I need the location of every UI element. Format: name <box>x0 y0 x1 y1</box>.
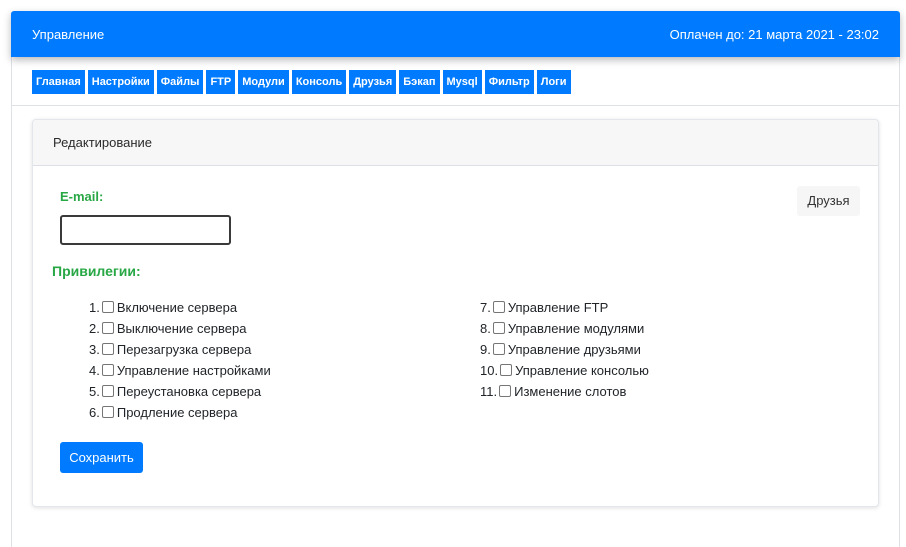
privilege-checkbox[interactable] <box>101 342 114 355</box>
nav-bar: Главная Настройки Файлы FTP Модули Консо… <box>32 70 571 94</box>
privilege-number: 8. <box>480 321 491 336</box>
privilege-label: Управление консолью <box>515 363 649 378</box>
save-button[interactable]: Сохранить <box>60 442 143 473</box>
nav-item-main[interactable]: Главная <box>32 70 85 94</box>
privileges-list-left: 1. Включение сервера 2. Выключение серве… <box>89 297 271 423</box>
privileges-list-right: 7. Управление FTP 8. Управление модулями… <box>480 297 649 402</box>
privilege-label: Продление сервера <box>116 405 238 420</box>
nav-item-friends[interactable]: Друзья <box>349 70 397 94</box>
privilege-item: 7. Управление FTP <box>480 297 649 318</box>
privilege-item: 10. Управление консолью <box>480 360 649 381</box>
privilege-checkbox[interactable] <box>500 363 513 376</box>
privilege-checkbox[interactable] <box>101 405 114 418</box>
privilege-number: 3. <box>89 342 100 357</box>
card-header: Редактирование <box>33 120 878 166</box>
privilege-checkbox[interactable] <box>101 321 114 334</box>
privilege-item: 9. Управление друзьями <box>480 339 649 360</box>
privilege-number: 7. <box>480 300 491 315</box>
nav-item-settings[interactable]: Настройки <box>87 70 154 94</box>
privilege-checkbox[interactable] <box>101 384 114 397</box>
privilege-label: Переустановка сервера <box>116 384 262 399</box>
privilege-checkbox[interactable] <box>492 300 505 313</box>
privilege-number: 9. <box>480 342 491 357</box>
privilege-checkbox[interactable] <box>101 300 114 313</box>
nav-item-logs[interactable]: Логи <box>536 70 571 94</box>
page-title: Управление <box>32 27 105 42</box>
privilege-label: Управление модулями <box>507 321 645 336</box>
privilege-item: 3. Перезагрузка сервера <box>89 339 271 360</box>
privilege-label: Управление друзьями <box>507 342 641 357</box>
privilege-label: Выключение сервера <box>116 321 247 336</box>
privilege-checkbox[interactable] <box>492 321 505 334</box>
nav-divider <box>12 105 899 106</box>
privilege-label: Включение сервера <box>116 300 238 315</box>
privilege-item: 2. Выключение сервера <box>89 318 271 339</box>
top-bar: Управление Оплачен до: 21 марта 2021 - 2… <box>11 11 900 57</box>
privilege-number: 4. <box>89 363 100 378</box>
nav-item-mysql[interactable]: Mysql <box>442 70 482 94</box>
privilege-label: Изменение слотов <box>514 384 627 399</box>
email-label: E-mail: <box>60 189 104 204</box>
privilege-checkbox[interactable] <box>499 384 512 397</box>
privilege-label: Перезагрузка сервера <box>116 342 252 357</box>
privilege-item: 4. Управление настройками <box>89 360 271 381</box>
privilege-number: 6. <box>89 405 100 420</box>
email-input[interactable] <box>60 215 231 245</box>
privilege-number: 10. <box>480 363 499 378</box>
privilege-item: 6. Продление сервера <box>89 402 271 423</box>
nav-item-modules[interactable]: Модули <box>238 70 289 94</box>
paid-until-status: Оплачен до: 21 марта 2021 - 23:02 <box>669 27 879 42</box>
friends-button[interactable]: Друзья <box>797 186 860 216</box>
nav-item-ftp[interactable]: FTP <box>206 70 236 94</box>
nav-item-filter[interactable]: Фильтр <box>484 70 534 94</box>
privilege-number: 1. <box>89 300 100 315</box>
privilege-number: 2. <box>89 321 100 336</box>
privilege-number: 11. <box>480 384 498 399</box>
privilege-item: 11. Изменение слотов <box>480 381 649 402</box>
nav-item-files[interactable]: Файлы <box>156 70 204 94</box>
privileges-title: Привилегии: <box>52 263 141 279</box>
nav-item-backup[interactable]: Бэкап <box>399 70 440 94</box>
privilege-checkbox[interactable] <box>101 363 114 376</box>
privilege-checkbox[interactable] <box>492 342 505 355</box>
privilege-label: Управление настройками <box>116 363 271 378</box>
privilege-item: 1. Включение сервера <box>89 297 271 318</box>
privilege-number: 5. <box>89 384 100 399</box>
nav-item-console[interactable]: Консоль <box>291 70 347 94</box>
edit-card: Редактирование E-mail: Друзья Привилегии… <box>32 119 879 507</box>
privilege-item: 5. Переустановка сервера <box>89 381 271 402</box>
privilege-item: 8. Управление модулями <box>480 318 649 339</box>
privilege-label: Управление FTP <box>507 300 609 315</box>
